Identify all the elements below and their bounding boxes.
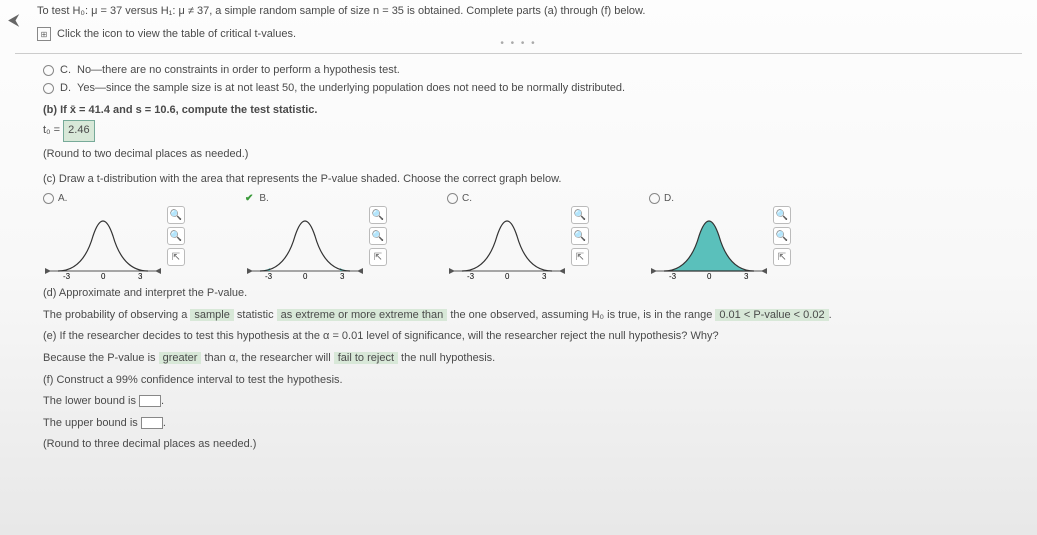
graph-a-label: A.: [58, 193, 67, 204]
t0-prefix: t₀ =: [43, 124, 63, 136]
option-c-text: No—there are no constraints in order to …: [77, 64, 400, 76]
zoom-out-icon[interactable]: 🔍: [369, 227, 387, 245]
part-c-label: (c) Draw a t-distribution with the area …: [43, 173, 1022, 185]
part-f-label: (f) Construct a 99% confidence interval …: [43, 372, 1022, 390]
svg-text:0: 0: [505, 272, 510, 281]
graph-option-b[interactable]: ✔ B. -3 0 3 🔍 🔍 ⇱: [245, 193, 387, 281]
upper-bound-input[interactable]: [141, 417, 163, 429]
option-c[interactable]: C. No—there are no constraints in order …: [43, 64, 1022, 76]
blank-greater[interactable]: greater: [159, 352, 202, 364]
part-d-label: (d) Approximate and interpret the P-valu…: [43, 285, 1022, 303]
svg-text:3: 3: [542, 272, 547, 281]
zoom-in-icon[interactable]: 🔍: [773, 206, 791, 224]
part-b-round: (Round to two decimal places as needed.): [43, 146, 1022, 164]
back-icon[interactable]: ⮜: [8, 12, 19, 30]
svg-text:-3: -3: [63, 272, 71, 281]
svg-text:-3: -3: [669, 272, 677, 281]
option-d-text: Yes—since the sample size is at not leas…: [77, 82, 625, 94]
option-d[interactable]: D. Yes—since the sample size is at not l…: [43, 82, 1022, 94]
graph-option-a[interactable]: A. -3 0 3 🔍 🔍 ⇱: [43, 193, 185, 281]
radio-d[interactable]: [43, 83, 54, 94]
blank-fail-reject[interactable]: fail to reject: [334, 352, 398, 364]
graph-a-svg: -3 0 3: [43, 206, 163, 281]
popout-icon[interactable]: ⇱: [571, 248, 589, 266]
part-e-label: (e) If the researcher decides to test th…: [43, 328, 1022, 346]
graph-d-label: D.: [664, 193, 674, 204]
check-icon: ✔: [245, 193, 253, 204]
question-prompt: To test H₀: μ = 37 versus H₁: μ ≠ 37, a …: [37, 5, 1022, 17]
option-c-letter: C.: [60, 64, 71, 76]
zoom-in-icon[interactable]: 🔍: [571, 206, 589, 224]
radio-graph-c[interactable]: [447, 193, 458, 204]
upper-bound-row: The upper bound is .: [43, 415, 1022, 433]
svg-text:-3: -3: [265, 272, 273, 281]
table-icon: ⊞: [37, 27, 51, 41]
graph-option-d[interactable]: D. -3 0 3 🔍 🔍 ⇱: [649, 193, 791, 281]
svg-text:0: 0: [303, 272, 308, 281]
svg-text:0: 0: [707, 272, 712, 281]
popout-icon[interactable]: ⇱: [167, 248, 185, 266]
zoom-in-icon[interactable]: 🔍: [369, 206, 387, 224]
t0-answer: 2.46: [63, 120, 94, 142]
svg-text:0: 0: [101, 272, 106, 281]
graph-c-svg: -3 0 3: [447, 206, 567, 281]
part-d-sentence: The probability of observing a sample st…: [43, 307, 1022, 325]
svg-text:3: 3: [340, 272, 345, 281]
divider: [15, 53, 1022, 54]
radio-graph-a[interactable]: [43, 193, 54, 204]
graph-option-c[interactable]: C. -3 0 3 🔍 🔍 ⇱: [447, 193, 589, 281]
blank-pvalue-range[interactable]: 0.01 < P-value < 0.02: [715, 309, 828, 321]
zoom-in-icon[interactable]: 🔍: [167, 206, 185, 224]
svg-text:3: 3: [138, 272, 143, 281]
option-d-letter: D.: [60, 82, 71, 94]
table-link-text: Click the icon to view the table of crit…: [57, 28, 296, 40]
popout-icon[interactable]: ⇱: [773, 248, 791, 266]
graph-b-svg: -3 0 3: [245, 206, 365, 281]
part-e-sentence: Because the P-value is greater than α, t…: [43, 350, 1022, 368]
zoom-out-icon[interactable]: 🔍: [773, 227, 791, 245]
blank-extreme[interactable]: as extreme or more extreme than: [277, 309, 448, 321]
part-b-label: (b) If x̄ = 41.4 and s = 10.6, compute t…: [43, 104, 1022, 116]
zoom-out-icon[interactable]: 🔍: [571, 227, 589, 245]
svg-text:3: 3: [744, 272, 749, 281]
lower-bound-input[interactable]: [139, 395, 161, 407]
svg-text:-3: -3: [467, 272, 475, 281]
graph-b-label: B.: [259, 193, 268, 204]
graph-d-svg: -3 0 3: [649, 206, 769, 281]
graph-c-label: C.: [462, 193, 472, 204]
radio-c[interactable]: [43, 65, 54, 76]
lower-bound-row: The lower bound is .: [43, 393, 1022, 411]
part-f-round: (Round to three decimal places as needed…: [43, 436, 1022, 454]
popout-icon[interactable]: ⇱: [369, 248, 387, 266]
radio-graph-d[interactable]: [649, 193, 660, 204]
blank-sample[interactable]: sample: [190, 309, 233, 321]
separator-dots: • • • •: [500, 38, 536, 49]
zoom-out-icon[interactable]: 🔍: [167, 227, 185, 245]
